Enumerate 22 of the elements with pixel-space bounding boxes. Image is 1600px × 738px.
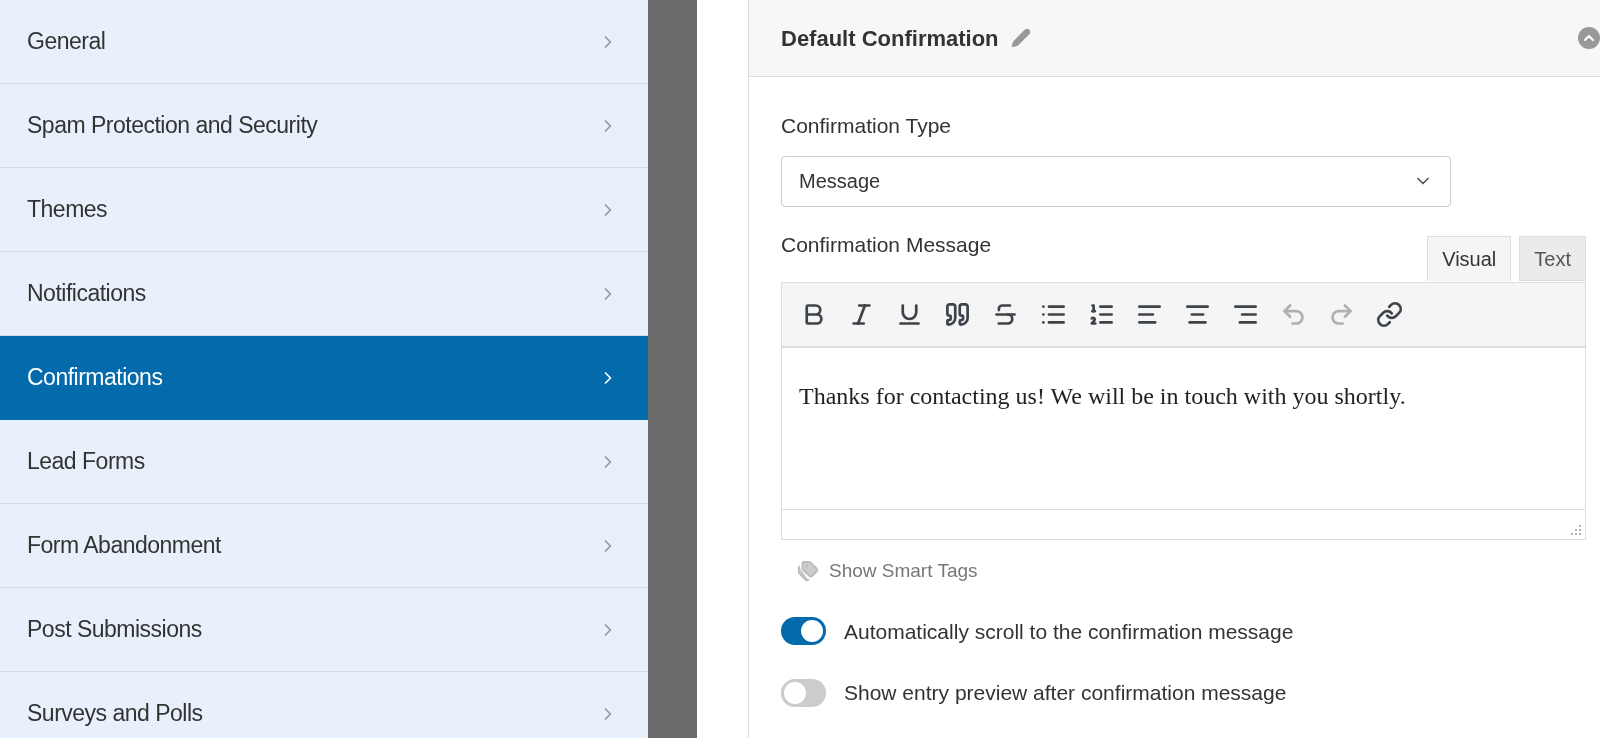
editor-tab[interactable]: Visual <box>1427 236 1512 281</box>
pencil-icon[interactable] <box>1010 28 1031 48</box>
collapse-icon[interactable] <box>1578 27 1600 49</box>
toggle-label: Show entry preview after confirmation message <box>844 680 1287 706</box>
link-icon[interactable] <box>1376 301 1403 328</box>
underline-icon[interactable] <box>896 301 923 328</box>
resize-grip-icon[interactable] <box>1570 524 1582 536</box>
type-select[interactable]: Message <box>781 155 1451 207</box>
field-label: Confirmation Type <box>781 113 953 139</box>
toggle-switch[interactable] <box>781 678 826 707</box>
numbered-list-icon[interactable] <box>1088 301 1115 328</box>
quote-icon[interactable] <box>944 301 971 328</box>
panel-title: Default Confirmation <box>781 24 999 53</box>
smart-tags-link[interactable]: Show Smart Tags <box>829 557 978 586</box>
tags-icon <box>797 560 819 583</box>
toggle-switch[interactable] <box>781 617 826 646</box>
sidebar-item[interactable]: Confirmations <box>0 336 648 420</box>
toggle-label: Automatically scroll to the confirmation message <box>844 618 1294 645</box>
message-text: Thanks for contacting us! We will be in touch with you shortly. <box>798 382 1407 411</box>
strikethrough-icon[interactable] <box>992 301 1019 328</box>
field-label: Confirmation Message <box>781 231 992 258</box>
editor-tab[interactable]: Text <box>1519 236 1586 281</box>
